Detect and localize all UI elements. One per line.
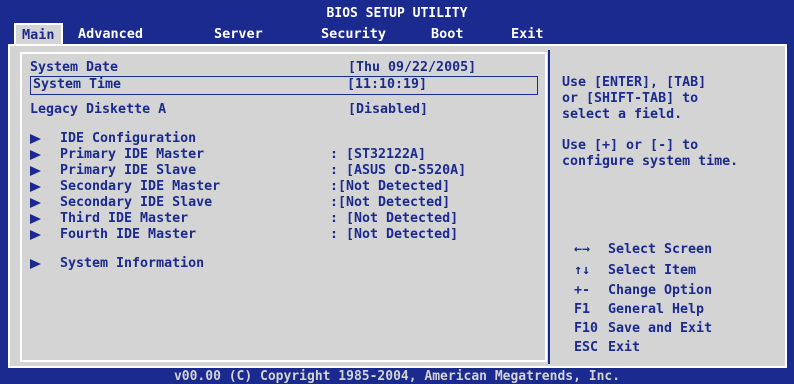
key-label: +- (574, 283, 591, 298)
up-down-arrows-icon: ↑↓ (574, 263, 591, 278)
tab-main[interactable]: Main (14, 23, 63, 45)
submenu-label: Primary IDE Slave (60, 163, 197, 178)
key-description: Save and Exit (608, 321, 713, 336)
setting-legacy-diskette-a[interactable]: Legacy Diskette A [Disabled] (30, 102, 538, 120)
help-text-line: configure system time. (562, 154, 739, 169)
key-description: Select Item (608, 263, 697, 278)
tab-server[interactable]: Server (214, 26, 263, 42)
submenu-arrow-icon (30, 259, 41, 269)
setting-label: Legacy Diskette A (30, 102, 167, 117)
left-right-arrows-icon: ←→ (574, 242, 591, 257)
key-description: Change Option (608, 283, 713, 298)
bios-title: BIOS SETUP UTILITY (326, 6, 468, 21)
submenu-arrow-icon (30, 230, 41, 240)
help-pane: Use [ENTER], [TAB] or [SHIFT-TAB] to sel… (548, 50, 786, 364)
submenu-arrow-icon (30, 150, 41, 160)
key-description: General Help (608, 302, 705, 317)
help-text-line: Use [+] or [-] to (562, 138, 699, 153)
submenu-label: IDE Configuration (60, 131, 197, 146)
copyright-footer: v00.00 (C) Copyright 1985-2004, American… (173, 369, 621, 384)
setting-value[interactable]: [Disabled] (348, 102, 428, 117)
settings-pane: System Date [Thu 09/22/2005] System Time… (20, 52, 547, 362)
submenu-label: Third IDE Master (60, 211, 189, 226)
tab-security[interactable]: Security (321, 26, 386, 42)
submenu-label: Primary IDE Master (60, 147, 205, 162)
tab-boot[interactable]: Boot (431, 26, 464, 42)
submenu-arrow-icon (30, 214, 41, 224)
submenu-value: : [ASUS CD-S520A] (330, 163, 467, 178)
submenu-fourth-ide-master[interactable]: Fourth IDE Master : [Not Detected] (30, 227, 538, 245)
submenu-label: Secondary IDE Master (60, 179, 221, 194)
help-text-line: Use [ENTER], [TAB] (562, 75, 707, 90)
key-label: ESC (574, 340, 599, 355)
key-label: F10 (574, 321, 599, 336)
key-description: Exit (608, 340, 641, 355)
key-description: Select Screen (608, 242, 713, 257)
key-label: F1 (574, 302, 591, 317)
submenu-arrow-icon (30, 198, 41, 208)
tab-exit[interactable]: Exit (511, 26, 544, 42)
submenu-system-information[interactable]: System Information (30, 256, 538, 274)
help-text-line: select a field. (562, 107, 683, 122)
submenu-value: : [Not Detected] (330, 211, 459, 226)
tab-advanced[interactable]: Advanced (78, 26, 143, 42)
setting-value[interactable]: [Thu 09/22/2005] (348, 60, 476, 75)
submenu-arrow-icon (30, 134, 41, 144)
help-text-line: or [SHIFT-TAB] to (562, 91, 699, 106)
submenu-arrow-icon (30, 182, 41, 192)
submenu-label: Fourth IDE Master (60, 227, 197, 242)
setting-label: System Date (30, 60, 119, 75)
submenu-arrow-icon (30, 166, 41, 176)
submenu-label: System Information (60, 256, 205, 271)
submenu-value: :[Not Detected] (330, 195, 451, 210)
submenu-label: Secondary IDE Slave (60, 195, 213, 210)
setting-value[interactable]: [11:10:19] (347, 77, 427, 92)
submenu-value: : [Not Detected] (330, 227, 459, 242)
submenu-value: : [ST32122A] (330, 147, 427, 162)
submenu-value: :[Not Detected] (330, 179, 451, 194)
setting-label: System Time (33, 77, 122, 92)
setting-system-time[interactable]: System Time [11:10:19] (30, 76, 538, 95)
main-panel: System Date [Thu 09/22/2005] System Time… (8, 44, 787, 368)
